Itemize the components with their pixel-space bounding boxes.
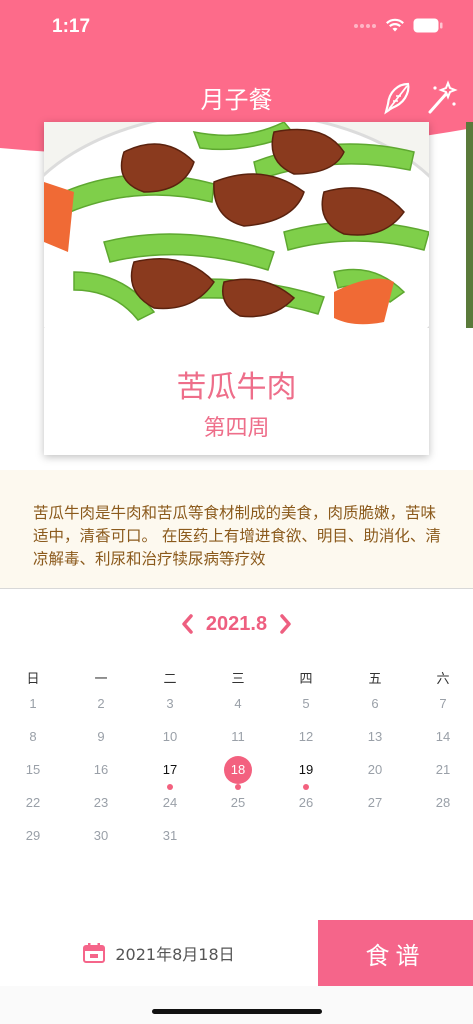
current-date-label: 2021年8月18日: [115, 945, 235, 964]
month-label: 2021.8: [205, 612, 268, 635]
calendar-day[interactable]: 23: [81, 791, 121, 815]
month-selector: 2021.8: [0, 608, 473, 640]
calendar-day[interactable]: 27: [355, 791, 395, 815]
weekday-label: 日: [26, 672, 40, 687]
status-bar: 1:17: [0, 0, 473, 54]
recipe-card[interactable]: 苦瓜牛肉 第四周: [44, 122, 429, 455]
weekday-label: 六: [436, 672, 450, 687]
status-time: 1:17: [52, 16, 91, 37]
weekday-label: 四: [299, 672, 313, 687]
calendar-day[interactable]: 7: [423, 692, 463, 716]
calendar-day[interactable]: 3: [150, 692, 190, 716]
prev-month-button[interactable]: [178, 612, 196, 636]
weekday-header: 日一二三四五六: [0, 668, 473, 688]
calendar-day[interactable]: 26: [286, 791, 326, 815]
weekday-label: 一: [94, 672, 108, 687]
calendar-day[interactable]: 14: [423, 725, 463, 749]
calendar-day[interactable]: 21: [423, 758, 463, 782]
calendar-icon: [83, 943, 106, 963]
battery-icon: [413, 18, 443, 33]
feather-icon[interactable]: [380, 80, 414, 116]
home-area: [0, 986, 473, 1024]
recipe-image: [44, 122, 429, 328]
calendar-day[interactable]: 15: [13, 758, 53, 782]
calendar-day[interactable]: 25: [218, 791, 258, 815]
calendar-day[interactable]: 24: [150, 791, 190, 815]
chevron-right-icon: [280, 614, 291, 634]
next-month-button[interactable]: [277, 612, 295, 636]
recipe-description: 苦瓜牛肉是牛肉和苦瓜等食材制成的美食，肉质脆嫩，苦味适中，清香可口。 在医药上有…: [33, 504, 441, 568]
calendar-day[interactable]: 31: [150, 824, 190, 848]
signal-dots-icon: [354, 23, 376, 28]
calendar-day[interactable]: 19: [286, 758, 326, 782]
calendar-day[interactable]: 11: [218, 725, 258, 749]
calendar-day[interactable]: 29: [13, 824, 53, 848]
recipe-title: 苦瓜牛肉: [176, 370, 297, 405]
home-indicator[interactable]: [152, 1009, 322, 1014]
weekday-label: 五: [368, 672, 382, 687]
next-recipe-card-peek[interactable]: [466, 122, 473, 328]
status-icons: [353, 18, 443, 33]
calendar-day[interactable]: 6: [355, 692, 395, 716]
calendar-day[interactable]: 18: [218, 758, 258, 782]
calendar-day[interactable]: 9: [81, 725, 121, 749]
meal-marker-dot: [167, 784, 173, 790]
recipe-button[interactable]: 食谱: [318, 920, 473, 986]
weekday-label: 二: [163, 672, 177, 687]
wifi-icon: [386, 18, 404, 32]
calendar-day[interactable]: 28: [423, 791, 463, 815]
meal-marker-dot: [303, 784, 309, 790]
calendar-day[interactable]: 30: [81, 824, 121, 848]
meal-marker-dot: [235, 784, 241, 790]
calendar-day[interactable]: 17: [150, 758, 190, 782]
weekday-label: 三: [231, 672, 245, 687]
calendar-day[interactable]: 8: [13, 725, 53, 749]
calendar-day[interactable]: 16: [81, 758, 121, 782]
calendar-day[interactable]: 22: [13, 791, 53, 815]
calendar-day[interactable]: 20: [355, 758, 395, 782]
magic-wand-icon[interactable]: [424, 80, 458, 116]
calendar-day[interactable]: 12: [286, 725, 326, 749]
calendar-day[interactable]: 10: [150, 725, 190, 749]
recipe-week: 第四周: [203, 416, 270, 441]
calendar-day[interactable]: 1: [13, 692, 53, 716]
calendar-day[interactable]: 2: [81, 692, 121, 716]
calendar-day[interactable]: 5: [286, 692, 326, 716]
current-date[interactable]: 2021年8月18日: [0, 920, 318, 986]
bottom-bar: 2021年8月18日 食谱: [0, 920, 473, 986]
chevron-left-icon: [182, 614, 193, 634]
calendar-day[interactable]: 13: [355, 725, 395, 749]
calendar-grid: 1 2 3 4 5 6 7 8 9 10 11 12 13 14 15 16 17 18 19 20 21 22 23 24 2…: [0, 694, 473, 854]
calendar-day[interactable]: 4: [218, 692, 258, 716]
divider: [0, 588, 473, 589]
